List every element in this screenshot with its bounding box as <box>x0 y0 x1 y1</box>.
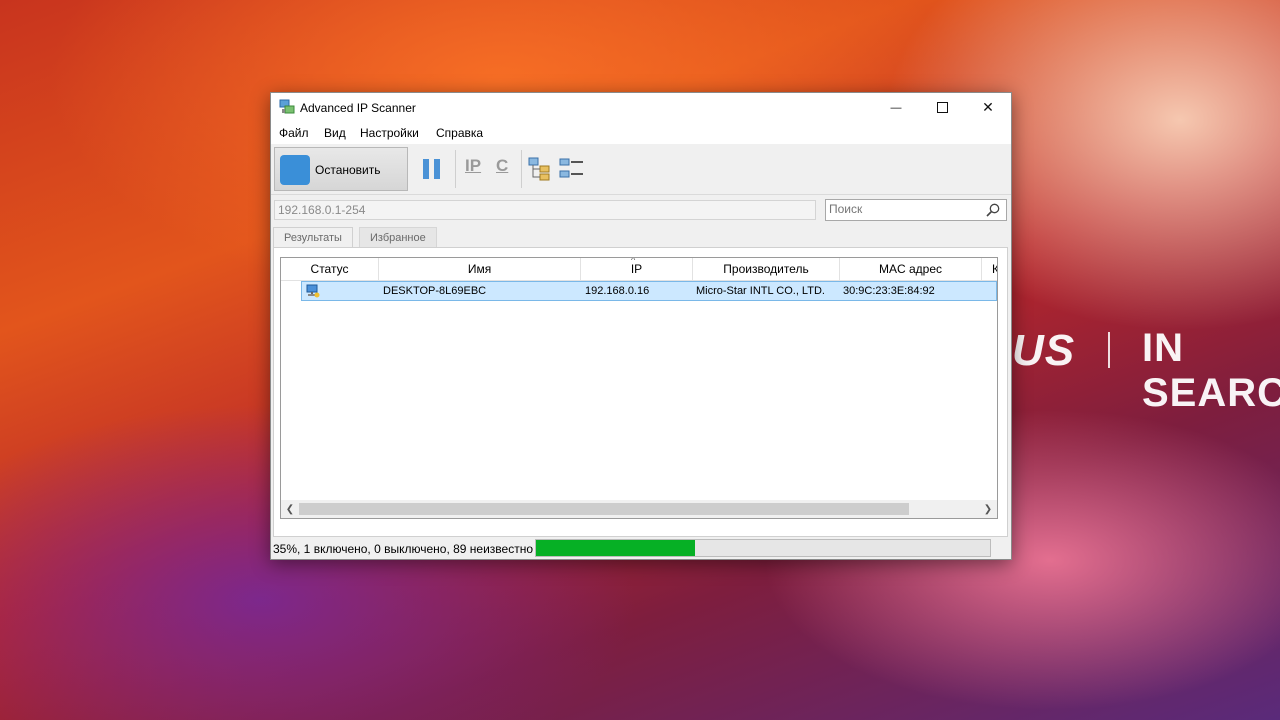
row-name: DESKTOP-8L69EBC <box>383 285 487 297</box>
list-header: Статус Имя IP ^ Производитель MAC адрес … <box>281 258 997 281</box>
maximize-button[interactable] <box>919 93 965 122</box>
scrollbar-thumb[interactable] <box>299 503 909 515</box>
search-input[interactable] <box>829 202 979 216</box>
window-title: Advanced IP Scanner <box>300 101 416 115</box>
menu-view[interactable]: Вид <box>324 126 346 140</box>
row-manufacturer: Micro-Star INTL CO., LTD. <box>696 285 825 297</box>
wallpaper-slogan: IN SEARC <box>1142 326 1280 415</box>
scroll-right-icon[interactable]: ❯ <box>980 502 996 516</box>
stop-button[interactable]: Остановить <box>274 147 408 191</box>
collapse-all-icon[interactable] <box>559 156 585 182</box>
c-icon[interactable]: C <box>496 156 508 176</box>
wallpaper-divider <box>1108 332 1110 368</box>
toolbar-separator <box>455 150 456 188</box>
ip-icon[interactable]: IP <box>465 156 481 176</box>
title-bar[interactable]: Advanced IP Scanner — ✕ <box>271 93 1011 122</box>
table-row[interactable]: DESKTOP-8L69EBC 192.168.0.16 Micro-Star … <box>301 281 997 301</box>
sort-ascending-icon: ^ <box>631 257 636 265</box>
app-network-icon <box>279 99 295 114</box>
search-box[interactable] <box>825 199 1007 221</box>
app-window: Advanced IP Scanner — ✕ Файл Вид Настрой… <box>270 92 1012 560</box>
column-header-status[interactable]: Статус <box>281 258 379 280</box>
column-header-manufacturer[interactable]: Производитель <box>693 258 840 280</box>
column-header-extra[interactable]: К <box>982 258 997 280</box>
ip-range-field[interactable] <box>274 200 816 220</box>
close-icon: ✕ <box>982 99 994 115</box>
scan-progress-fill <box>536 540 695 556</box>
menu-settings[interactable]: Настройки <box>360 126 419 140</box>
tab-favorites[interactable]: Избранное <box>359 227 437 247</box>
minimize-button[interactable]: — <box>873 93 919 122</box>
stop-button-label: Остановить <box>315 163 381 177</box>
status-bar: 35%, 1 включено, 0 выключено, 89 неизвес… <box>271 537 1011 559</box>
scroll-left-icon[interactable]: ❮ <box>282 502 298 516</box>
menu-bar: Файл Вид Настройки Справка <box>271 122 1011 144</box>
computer-online-icon <box>306 284 320 298</box>
row-ip: 192.168.0.16 <box>585 285 650 297</box>
results-panel: Статус Имя IP ^ Производитель MAC адрес … <box>273 247 1008 537</box>
horizontal-scrollbar[interactable]: ❮ ❯ <box>281 500 997 518</box>
row-mac: 30:9C:23:3E:84:92 <box>843 285 935 297</box>
pause-icon[interactable] <box>423 159 441 179</box>
maximize-icon <box>936 102 948 113</box>
close-button[interactable]: ✕ <box>965 93 1011 122</box>
stop-icon <box>280 155 310 185</box>
scan-status-text: 35%, 1 включено, 0 выключено, 89 неизвес… <box>273 542 534 556</box>
expand-all-icon[interactable] <box>528 156 554 182</box>
tab-results[interactable]: Результаты <box>273 227 353 247</box>
column-header-ip[interactable]: IP <box>581 258 693 280</box>
toolbar-separator <box>521 150 522 188</box>
menu-help[interactable]: Справка <box>436 126 483 140</box>
wallpaper-logo: US <box>1012 326 1076 375</box>
column-header-mac[interactable]: MAC адрес <box>840 258 982 280</box>
results-list: Статус Имя IP ^ Производитель MAC адрес … <box>280 257 998 519</box>
ip-range-input[interactable] <box>278 203 791 217</box>
column-header-name[interactable]: Имя <box>379 258 581 280</box>
menu-file[interactable]: Файл <box>279 126 309 140</box>
search-icon[interactable] <box>986 203 1000 217</box>
toolbar: Остановить IP C <box>271 144 1011 195</box>
result-tabs: Результаты Избранное <box>271 227 1011 247</box>
minimize-icon: — <box>890 101 902 114</box>
scan-progress-bar <box>535 539 991 557</box>
